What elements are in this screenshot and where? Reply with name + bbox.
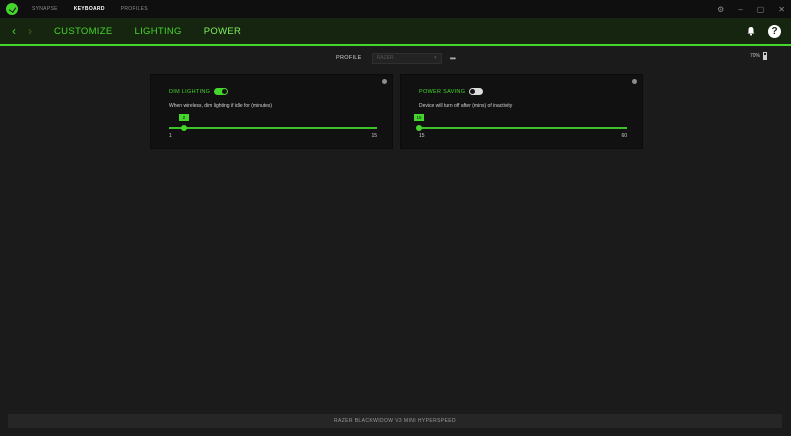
more-options-icon[interactable]: •••: [450, 54, 456, 63]
slider-track[interactable]: [419, 127, 627, 129]
info-icon[interactable]: [382, 79, 387, 84]
help-icon[interactable]: ?: [768, 24, 781, 38]
settings-gear-icon[interactable]: ⚙: [717, 5, 724, 14]
device-name: RAZER BLACKWIDOW V3 MINI HYPERSPEED: [333, 418, 457, 424]
tab-lighting[interactable]: LIGHTING: [134, 26, 181, 37]
power-saving-title: POWER SAVING: [419, 88, 466, 95]
battery-icon: [763, 52, 767, 60]
nav-right-tools: ?: [746, 18, 781, 44]
slider-track[interactable]: [169, 127, 377, 129]
tab-customize[interactable]: CUSTOMIZE: [54, 26, 112, 37]
profile-selected-value: RAZER: [376, 55, 394, 61]
slider-range-labels: 15 60: [419, 133, 627, 139]
dim-lighting-slider[interactable]: 2 1 15: [169, 114, 377, 144]
tab-profiles[interactable]: PROFILES: [121, 6, 148, 12]
tab-power[interactable]: POWER: [204, 26, 241, 37]
maximize-icon[interactable]: ▢: [757, 5, 765, 14]
dim-lighting-toggle[interactable]: [214, 88, 229, 95]
info-icon[interactable]: [632, 79, 637, 84]
chevron-down-icon: ▾: [434, 55, 437, 61]
slider-min-label: 1: [169, 133, 172, 139]
back-arrow-icon[interactable]: ‹: [12, 24, 16, 38]
slider-max-label: 60: [621, 133, 627, 139]
forward-arrow-icon[interactable]: ›: [28, 24, 32, 38]
tab-keyboard[interactable]: KEYBOARD: [74, 6, 105, 12]
power-saving-description: Device will turn off after (mins) of ina…: [419, 103, 513, 109]
slider-value-bubble: 15: [414, 114, 424, 121]
power-saving-slider[interactable]: 15 15 60: [414, 114, 627, 144]
power-saving-toggle[interactable]: [469, 88, 484, 95]
slider-thumb[interactable]: [180, 125, 187, 131]
dim-lighting-description: When wireless, dim lighting if idle for …: [169, 103, 273, 109]
battery-fill: [764, 54, 766, 59]
battery-percent: 70%: [749, 53, 760, 59]
nav-bar: ‹ › CUSTOMIZE LIGHTING POWER ?: [0, 18, 791, 46]
device-footer: RAZER BLACKWIDOW V3 MINI HYPERSPEED: [8, 414, 782, 428]
power-saving-header: POWER SAVING: [419, 88, 484, 95]
tab-synapse[interactable]: SYNAPSE: [32, 6, 58, 12]
profile-row: PROFILE RAZER ▾ •••: [336, 52, 456, 64]
power-saving-card: POWER SAVING Device will turn off after …: [401, 75, 642, 148]
slider-max-label: 15: [371, 133, 377, 139]
minimize-icon[interactable]: –: [738, 5, 742, 14]
slider-value-bubble: 2: [178, 114, 189, 121]
dim-lighting-header: DIM LIGHTING: [169, 88, 229, 95]
toggle-knob: [222, 89, 228, 94]
dim-lighting-title: DIM LIGHTING: [169, 88, 211, 95]
slider-thumb[interactable]: [416, 125, 422, 131]
slider-range-labels: 1 15: [169, 133, 377, 139]
slider-min-label: 15: [419, 133, 425, 139]
battery-indicator: 70%: [750, 52, 767, 60]
profile-label: PROFILE: [336, 55, 362, 61]
close-icon[interactable]: ✕: [778, 5, 785, 14]
razer-logo-icon[interactable]: [6, 3, 18, 15]
window-controls: ⚙ – ▢ ✕: [703, 0, 785, 18]
dim-lighting-card: DIM LIGHTING When wireless, dim lighting…: [151, 75, 392, 148]
toggle-knob: [470, 89, 476, 94]
profile-dropdown[interactable]: RAZER ▾: [371, 52, 442, 64]
nav-arrows: ‹ ›: [12, 24, 44, 38]
notification-bell-icon[interactable]: [746, 26, 756, 36]
title-bar: SYNAPSE KEYBOARD PROFILES ⚙ – ▢ ✕: [0, 0, 791, 18]
